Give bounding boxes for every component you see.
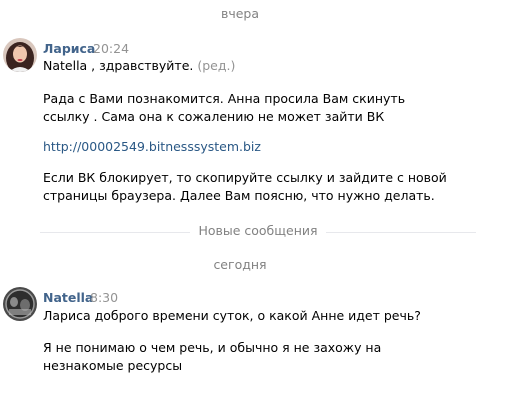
message-time[interactable]: 20:24 bbox=[93, 41, 129, 56]
avatar[interactable] bbox=[3, 287, 37, 321]
message-text-line: Я не понимаю о чем речь, и обычно я не з… bbox=[43, 340, 382, 355]
day-separator-today: сегодня bbox=[213, 257, 267, 272]
message-text-line: Если ВК блокирует, то скопируйте ссылку … bbox=[43, 170, 447, 185]
message-author[interactable]: Лариса bbox=[43, 41, 95, 56]
day-separator-yesterday: вчера bbox=[220, 6, 260, 21]
new-messages-label: Новые сообщения bbox=[190, 223, 326, 238]
new-messages-separator: Новые сообщения bbox=[40, 223, 476, 241]
message-greeting: Natella , здравствуйте. bbox=[43, 58, 194, 73]
avatar[interactable] bbox=[3, 38, 37, 72]
message-text-line: незнакомые ресурсы bbox=[43, 358, 183, 373]
message-text-line: Лариса доброго времени суток, о какой Ан… bbox=[43, 308, 421, 323]
message-text-line: страницы браузера. Далее Вам поясню, что… bbox=[43, 188, 435, 203]
message-time[interactable]: 8:30 bbox=[90, 290, 118, 305]
woman-portrait-avatar-icon bbox=[3, 38, 37, 72]
edited-label[interactable]: (ред.) bbox=[197, 58, 235, 73]
dark-photo-avatar-icon bbox=[3, 287, 37, 321]
message-text-line: ссылку . Сама она к сожалению не может з… bbox=[43, 109, 385, 124]
message-text-line: Рада с Вами познакомится. Анна просила В… bbox=[43, 91, 406, 106]
message-text-line: Natella , здравствуйте. (ред.) bbox=[43, 58, 235, 73]
message-author[interactable]: Natella bbox=[43, 290, 93, 305]
message-link[interactable]: http://00002549.bitnesssystem.biz bbox=[43, 139, 261, 154]
